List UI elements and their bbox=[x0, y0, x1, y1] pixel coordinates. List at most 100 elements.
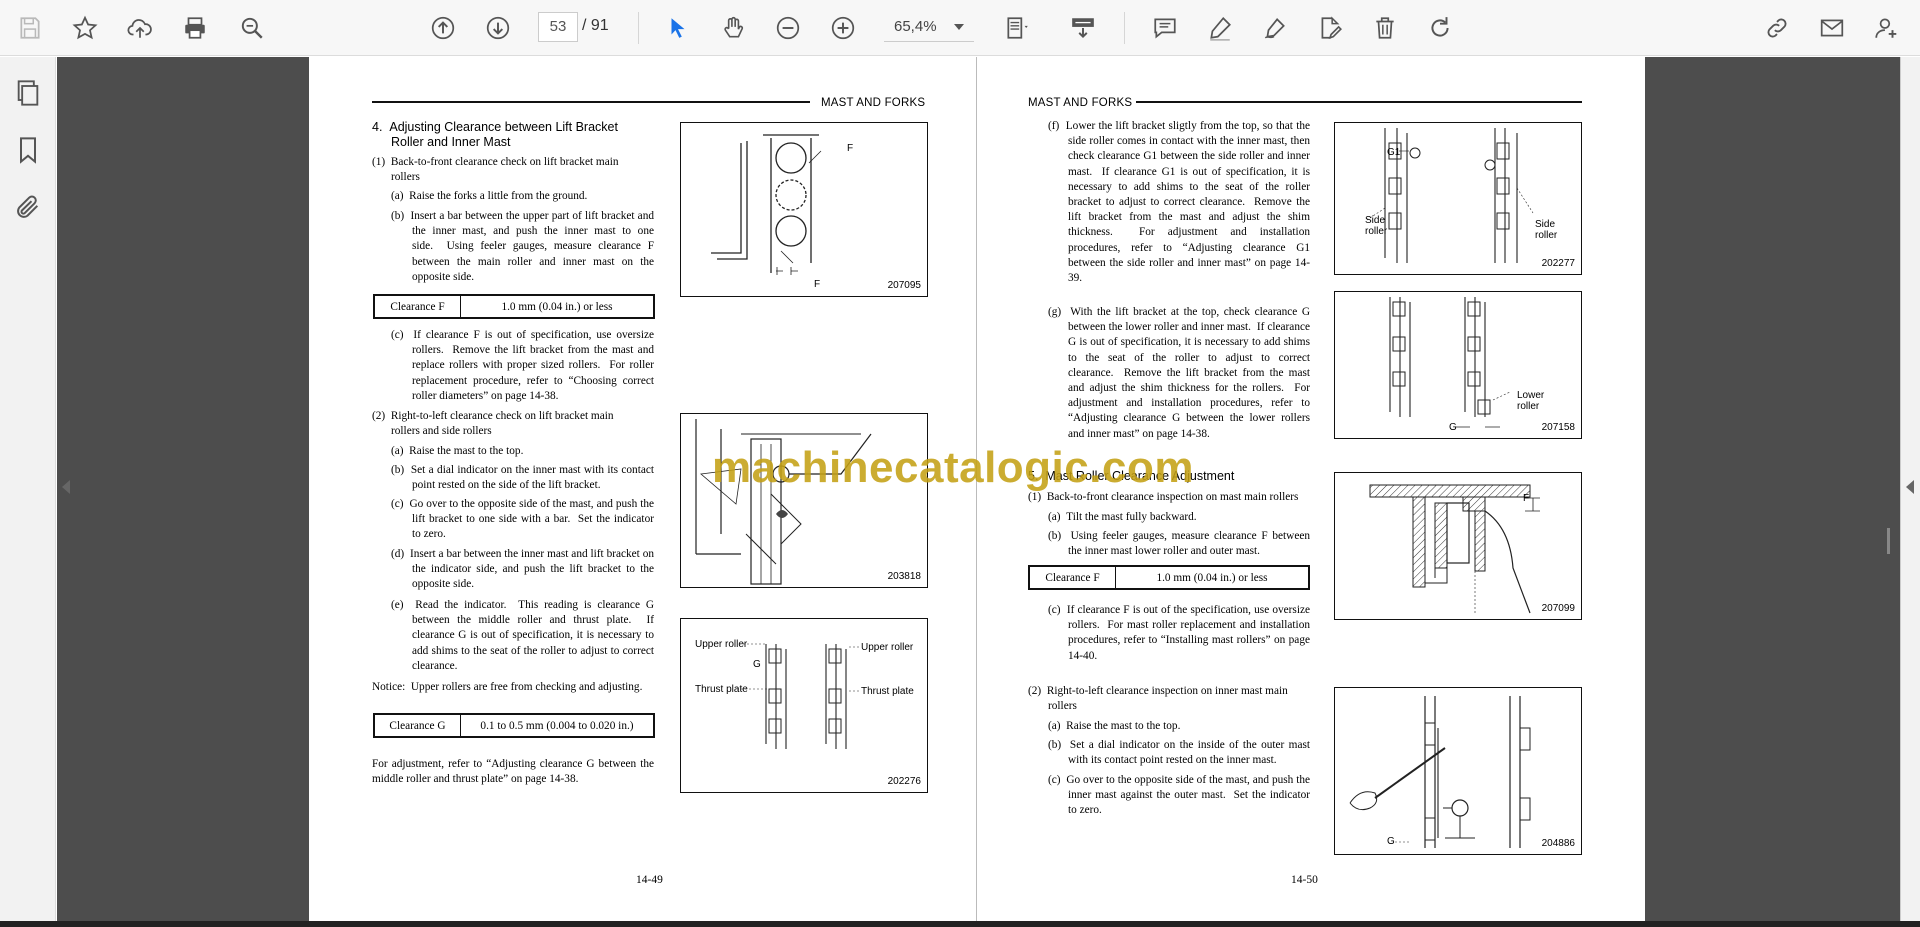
table-value: 1.0 mm (0.04 in.) or less bbox=[1156, 571, 1268, 584]
figure-lower-roller-clearance: Lower roller G 207158 bbox=[1334, 291, 1582, 439]
vertical-scrollbar[interactable] bbox=[1887, 528, 1890, 554]
page-header: MAST AND FORKS bbox=[821, 97, 926, 109]
table-label: Clearance G bbox=[375, 715, 461, 736]
hand-tool-icon[interactable] bbox=[713, 8, 753, 48]
table-value: 1.0 mm (0.04 in.) or less bbox=[501, 300, 613, 313]
page-number-input[interactable]: 53 bbox=[538, 12, 578, 42]
toolbar-divider bbox=[638, 12, 639, 44]
roller-diagram bbox=[711, 134, 822, 275]
toolbar-divider bbox=[1124, 12, 1125, 44]
zoom-in-icon[interactable] bbox=[823, 8, 863, 48]
step-2a: (a) Raise the mast to the top. bbox=[391, 445, 524, 457]
zoom-out-icon[interactable] bbox=[768, 8, 808, 48]
figure-main-roller-clearance: F F 207095 bbox=[680, 122, 928, 297]
share-link-icon[interactable] bbox=[1757, 8, 1797, 48]
previous-page-icon[interactable] bbox=[423, 8, 463, 48]
bookmarks-icon[interactable] bbox=[8, 130, 48, 170]
section-title-cont: Roller and Inner Mast bbox=[391, 135, 511, 149]
fig-label-f-bottom: F bbox=[814, 279, 821, 290]
section-title: 4. Adjusting Clearance between Lift Brac… bbox=[372, 120, 618, 134]
fig-label-thrust-plate-right: Thrust plate bbox=[861, 686, 914, 697]
table-value: 0.1 to 0.5 mm (0.004 to 0.020 in.) bbox=[480, 719, 634, 732]
step-1a: (a) Raise the forks a little from the gr… bbox=[391, 190, 588, 202]
add-user-icon[interactable] bbox=[1866, 8, 1906, 48]
mast-roller-section-diagram bbox=[1369, 484, 1540, 614]
page-header: MAST AND FORKS bbox=[1028, 97, 1133, 109]
step-2-title: (2) Right-to-left clearance check on lif… bbox=[372, 410, 614, 422]
adjustment-note: For adjustment, refer to “Adjusting clea… bbox=[372, 758, 654, 786]
step-2-title-cont: rollers and side rollers bbox=[391, 425, 492, 437]
save-icon[interactable] bbox=[10, 8, 50, 48]
bookmark-star-icon[interactable] bbox=[65, 8, 105, 48]
zoom-out-search-icon[interactable] bbox=[232, 8, 272, 48]
print-icon[interactable] bbox=[175, 8, 215, 48]
step-2b: (b) Set a dial indicator on the inner ma… bbox=[391, 464, 654, 492]
figure-number: 202276 bbox=[887, 776, 921, 787]
fig-label-f: F bbox=[847, 143, 854, 154]
page-total: / 91 bbox=[582, 17, 609, 34]
fig-label-lower-roller: Lower roller bbox=[1517, 390, 1545, 412]
clearance-g-table: Clearance G 0.1 to 0.5 mm (0.004 to 0.02… bbox=[373, 713, 655, 738]
section-5-step-2c: (c) Go over to the opposite side of the … bbox=[1048, 774, 1310, 817]
section-5-step-1c: (c) If clearance F is out of the specifi… bbox=[1048, 604, 1310, 662]
fig-label-g1: G1 bbox=[1387, 147, 1401, 158]
fig-label-side-roller-right: Side roller bbox=[1535, 219, 1558, 241]
fig-label-upper-roller-right: Upper roller bbox=[861, 642, 914, 653]
chevron-down-icon[interactable] bbox=[954, 24, 964, 30]
step-g: (g) With the lift bracket at the top, ch… bbox=[1048, 306, 1310, 440]
step-2d: (d) Insert a bar between the inner mast … bbox=[391, 548, 654, 591]
fig-label-upper-roller-left: Upper roller bbox=[695, 639, 748, 650]
select-pointer-icon[interactable] bbox=[658, 8, 698, 48]
step-1-title-cont: rollers bbox=[391, 171, 420, 183]
expand-right-panel-icon[interactable] bbox=[1906, 480, 1914, 494]
table-label: Clearance F bbox=[1030, 567, 1116, 588]
rotate-icon[interactable] bbox=[1420, 8, 1460, 48]
fig-label-g: G bbox=[1387, 836, 1395, 847]
sign-pen-icon[interactable] bbox=[1255, 8, 1295, 48]
figure-dial-indicator: 203818 bbox=[680, 413, 928, 588]
email-icon[interactable] bbox=[1812, 8, 1852, 48]
dial-indicator-diagram bbox=[695, 419, 872, 585]
clearance-f-table: Clearance F 1.0 mm (0.04 in.) or less bbox=[373, 294, 655, 319]
header-rule bbox=[1136, 101, 1582, 103]
section-5-step-2a: (a) Raise the mast to the top. bbox=[1048, 720, 1181, 732]
section-5-step-2-title: (2) Right-to-left clearance inspection o… bbox=[1028, 685, 1288, 697]
fig-label-thrust-plate-left: Thrust plate bbox=[695, 684, 748, 695]
collapse-left-panel-icon[interactable] bbox=[62, 480, 70, 494]
scroll-mode-icon[interactable] bbox=[1063, 8, 1103, 48]
edit-document-icon[interactable] bbox=[1310, 8, 1350, 48]
fig-label-g: G bbox=[1449, 422, 1457, 433]
trash-icon[interactable] bbox=[1365, 8, 1405, 48]
figure-inner-mast-dial-indicator: G 204886 bbox=[1334, 687, 1582, 855]
notice: Notice: Upper rollers are free from chec… bbox=[372, 681, 643, 693]
next-page-icon[interactable] bbox=[478, 8, 518, 48]
header-rule bbox=[372, 101, 810, 103]
step-f: (f) Lower the lift bracket sligtly from … bbox=[1048, 120, 1310, 285]
figure-side-roller-clearance: G1 Side roller Side roller 202277 bbox=[1334, 122, 1582, 275]
page-fit-icon[interactable] bbox=[997, 8, 1037, 48]
bottom-bar bbox=[0, 921, 1920, 927]
clearance-f-table-mast: Clearance F 1.0 mm (0.04 in.) or less bbox=[1028, 565, 1310, 590]
figure-number: 207099 bbox=[1541, 603, 1575, 614]
step-1b: (b) Insert a bar between the upper part … bbox=[391, 210, 654, 283]
fig-label-f: F bbox=[1523, 493, 1530, 504]
figure-number: 204886 bbox=[1541, 838, 1575, 849]
comment-icon[interactable] bbox=[1145, 8, 1185, 48]
section-5-step-2b: (b) Set a dial indicator on the inside o… bbox=[1048, 739, 1310, 767]
section-5-step-2-title-cont: rollers bbox=[1048, 700, 1077, 712]
table-label: Clearance F bbox=[375, 296, 461, 317]
cloud-upload-icon[interactable] bbox=[120, 8, 160, 48]
attachments-paperclip-icon[interactable] bbox=[8, 187, 48, 227]
page-number: 14-50 bbox=[1291, 874, 1318, 886]
figure-mast-roller-clearance: F 207099 bbox=[1334, 472, 1582, 620]
page-thumbnails-icon[interactable] bbox=[8, 73, 48, 113]
figure-number: 203818 bbox=[887, 571, 921, 582]
page-number: 14-49 bbox=[636, 874, 663, 886]
main-toolbar: 53 / 91 65,4% bbox=[0, 0, 1920, 56]
section-5-step-1b: (b) Using feeler gauges, measure clearan… bbox=[1048, 530, 1310, 558]
highlight-pen-icon[interactable] bbox=[1200, 8, 1240, 48]
figure-number: 202277 bbox=[1541, 258, 1575, 269]
side-roller-diagram bbox=[1366, 128, 1534, 263]
step-2c: (c) Go over to the opposite side of the … bbox=[391, 498, 654, 541]
fig-label-g: G bbox=[753, 659, 761, 670]
